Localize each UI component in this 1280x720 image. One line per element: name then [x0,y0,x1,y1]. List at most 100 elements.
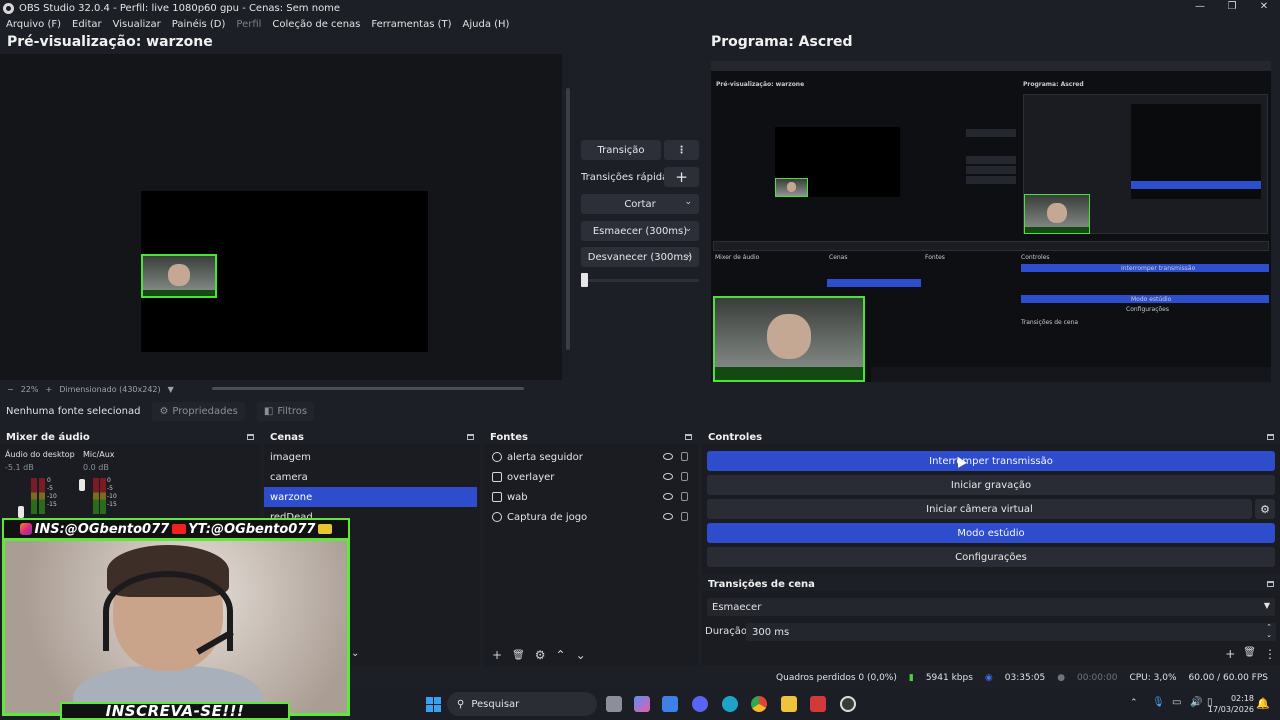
duration-label: Duração [705,626,748,637]
menu-scene-collection[interactable]: Coleção de cenas [272,19,360,30]
minimize-button[interactable]: — [1184,0,1216,14]
lock-icon[interactable] [681,452,688,461]
undock-icon[interactable] [247,434,254,440]
remove-transition-button[interactable]: 🗑 [1243,647,1256,661]
zoom-in-button[interactable]: + [45,385,52,394]
chevron-down-icon: ⌄ [684,224,692,234]
scale-dropdown-icon[interactable]: ▼ [168,385,174,394]
discord-icon[interactable] [692,696,708,712]
preview-webcam-thumbnail[interactable] [141,254,217,298]
visibility-eye-icon[interactable] [663,453,673,460]
menu-edit[interactable]: Editar [72,19,102,30]
undock-icon[interactable] [685,434,692,440]
menu-profile[interactable]: Perfil [236,19,261,30]
studio-mode-button[interactable]: Modo estúdio [707,523,1275,543]
add-source-button[interactable]: + [492,648,502,662]
start-virtual-camera-button[interactable]: Iniciar câmera virtual [707,499,1252,519]
no-source-selected-label: Nenhuma fonte selecionad [6,405,141,417]
edge-icon[interactable] [722,696,738,712]
settings-button[interactable]: Configurações [707,547,1275,567]
lock-icon[interactable] [681,492,688,501]
remove-source-button[interactable]: 🗑 [512,650,525,661]
task-view-icon[interactable] [606,696,622,712]
menu-file[interactable]: Arquivo (F) [6,19,61,30]
quick-transition-cut[interactable]: Cortar ⌄ [581,194,699,214]
virtual-camera-settings-button[interactable]: ⚙ [1255,499,1275,519]
tray-mic-icon[interactable]: 🎙 [1152,697,1165,708]
streamer-figure [73,545,263,713]
obs-taskbar-icon[interactable] [840,696,856,712]
app-red-icon[interactable] [810,696,826,712]
move-source-up-button[interactable]: ⌃ [556,648,566,662]
menu-docks[interactable]: Painéis (D) [172,19,226,30]
nested-scenes-title: Cenas [829,254,848,261]
source-properties-button[interactable]: ⚙ [535,648,546,662]
undock-icon[interactable] [1267,434,1274,440]
transition-select[interactable]: Esmaecer ▼ [707,598,1275,616]
add-transition-button[interactable]: + [1225,647,1235,661]
duration-spinbox[interactable]: 300 ms ⌃ ⌄ [746,623,1276,641]
source-item[interactable]: alerta seguidor [484,447,698,467]
move-source-down-button[interactable]: ⌄ [576,648,586,662]
preview-area[interactable] [0,54,562,380]
visibility-eye-icon[interactable] [663,493,673,500]
stop-streaming-button[interactable]: Interromper transmissão [707,451,1275,471]
tray-chevron-icon[interactable]: ⌃ [1130,698,1138,708]
tbar-handle[interactable] [581,273,588,287]
scene-item[interactable]: imagem [264,447,480,467]
visibility-eye-icon[interactable] [663,513,673,520]
properties-button[interactable]: ⚙ Propriedades [152,401,245,421]
spin-arrows-icon[interactable]: ⌃ ⌄ [1266,623,1272,639]
tray-volume-icon[interactable]: 🔊 [1190,697,1202,708]
filters-button[interactable]: ◧ Filtros [256,401,315,421]
scale-mode-label[interactable]: Dimensionado (430x242) [59,385,160,394]
add-quick-transition-button[interactable]: + [664,167,699,187]
start-button-icon[interactable] [426,697,441,712]
quick-transition-fade-to-color[interactable]: Desvanecer (300ms) ⌄ [581,247,699,267]
chrome-icon[interactable] [751,696,767,712]
menu-tools[interactable]: Ferramentas (T) [371,19,451,30]
undock-icon[interactable] [1267,581,1274,587]
source-item[interactable]: wab [484,487,698,507]
scene-move-down-button[interactable]: ⌄ [351,648,359,659]
close-button[interactable]: ✕ [1248,0,1280,14]
transition-tbar-slider[interactable] [581,273,699,287]
lock-icon[interactable] [681,512,688,521]
maximize-button[interactable]: ❐ [1216,0,1248,14]
transition-button[interactable]: Transição [581,140,661,160]
menu-help[interactable]: Ajuda (H) [463,19,510,30]
lock-icon[interactable] [681,472,688,481]
source-item[interactable]: Captura de jogo [484,507,698,527]
transition-menu-button[interactable]: ⋮ [1264,647,1276,661]
window-controls: — ❐ ✕ [1184,0,1280,14]
store-icon[interactable] [662,696,678,712]
scene-item-selected[interactable]: warzone [264,487,477,507]
nested-fade-color [966,176,1016,184]
visibility-eye-icon[interactable] [663,473,673,480]
quick-transition-fade[interactable]: Esmaecer (300ms) ⌄ [581,221,699,241]
undock-icon[interactable] [467,434,474,440]
taskbar-search-placeholder: Pesquisar [471,698,520,710]
menu-view[interactable]: Visualizar [113,19,161,30]
scene-item[interactable]: camera [264,467,480,487]
instagram-icon [20,523,32,535]
file-explorer-icon[interactable] [781,696,797,712]
notifications-bell-icon[interactable]: 🔔 [1256,697,1270,710]
source-item[interactable]: overlayer [484,467,698,487]
start-recording-button[interactable]: Iniciar gravação [707,475,1275,495]
zoom-level: 22% [20,384,39,394]
mic-aux-db: 0.0 dB [83,463,109,472]
zoom-out-button[interactable]: − [7,385,14,394]
mic-aux-volume-slider[interactable] [79,479,85,491]
preview-horizontal-scrollbar[interactable] [212,387,524,390]
taskbar-clock[interactable]: 02:18 17/03/2026 [1208,693,1254,715]
copilot-icon[interactable] [634,696,650,712]
preview-vertical-scrollbar[interactable] [566,88,570,350]
nested-fade [966,166,1016,174]
scene-transitions-dock: Transições de cena + 🗑 ⋮ [702,577,1280,665]
scene-transitions-header: Transições de cena [702,577,1280,591]
taskbar-search[interactable]: ⚲ Pesquisar [447,692,597,716]
source-item-label: alerta seguidor [507,451,583,463]
tray-network-icon[interactable]: ▭ [1172,697,1181,708]
transition-more-button[interactable]: ⋮ [664,140,699,160]
